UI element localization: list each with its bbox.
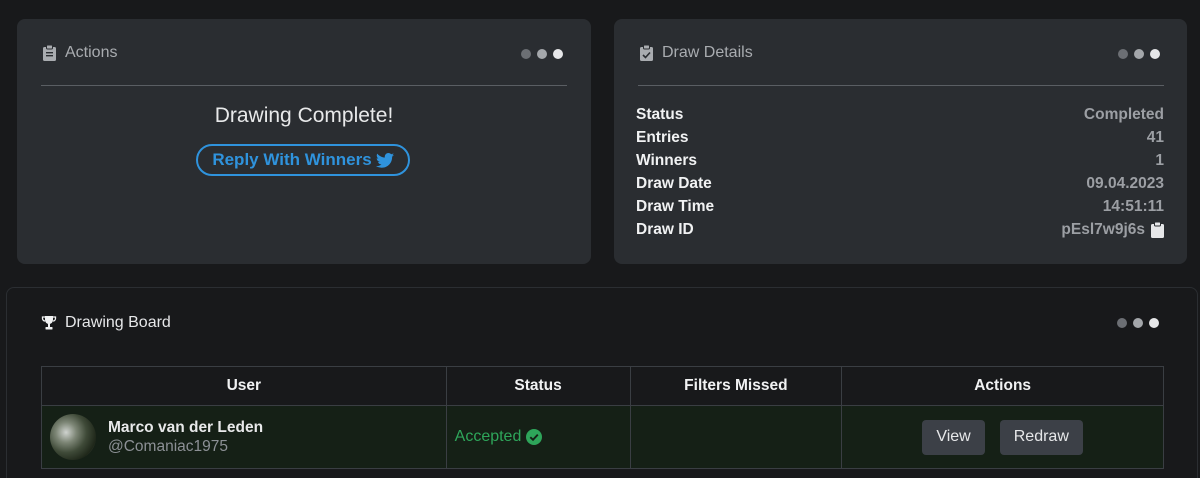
detail-row-winners: Winners 1 (636, 149, 1164, 172)
menu-dot-icon (1117, 318, 1127, 328)
twitter-icon (375, 152, 394, 168)
menu-dot-icon (553, 49, 563, 59)
avatar (50, 414, 96, 460)
detail-key: Status (636, 105, 684, 123)
detail-row-status: Status Completed (636, 103, 1164, 126)
clipboard-list-icon (638, 44, 654, 62)
reply-button-label: Reply With Winners (212, 150, 372, 169)
detail-value: 41 (1146, 128, 1164, 146)
menu-dot-icon (1118, 49, 1128, 59)
user-name: Marco van der Leden (108, 418, 264, 436)
column-header-actions: Actions (841, 366, 1164, 406)
drawing-board-menu[interactable] (1117, 318, 1159, 328)
detail-value: 09.04.2023 (1086, 174, 1164, 192)
user-cell: Marco van der Leden @Comaniac1975 (41, 405, 447, 469)
detail-value: 1 (1155, 151, 1164, 169)
draw-id-text: pEsl7w9j6s (1061, 220, 1145, 238)
table-header-row: User Status Filters Missed Actions (41, 366, 1164, 406)
trophy-icon (41, 314, 57, 332)
table-row: Marco van der Leden @Comaniac1975 Accept… (41, 405, 1164, 469)
drawing-board-title: Drawing Board (65, 314, 171, 331)
menu-dot-icon (1149, 318, 1159, 328)
drawing-complete-heading: Drawing Complete! (214, 104, 394, 127)
status-text: Accepted (454, 428, 522, 445)
drawing-board-header: Drawing Board (41, 314, 171, 332)
reply-with-winners-button[interactable]: Reply With Winners (196, 144, 410, 176)
draw-details-divider (638, 85, 1164, 86)
draw-details-menu[interactable] (1118, 49, 1160, 59)
detail-key: Draw ID (636, 220, 694, 238)
detail-key: Draw Date (636, 174, 712, 192)
column-header-user: User (41, 366, 447, 406)
detail-key: Entries (636, 128, 689, 146)
menu-dot-icon (1150, 49, 1160, 59)
detail-row-draw-id: Draw ID pEsl7w9j6s (636, 218, 1164, 241)
copy-clipboard-icon[interactable] (1151, 221, 1164, 238)
drawing-board-table: User Status Filters Missed Actions Marco… (41, 366, 1164, 469)
actions-card: Actions Drawing Complete! Reply With Win… (17, 19, 591, 264)
draw-details-header: Draw Details (638, 44, 753, 62)
actions-card-title: Actions (65, 44, 118, 61)
menu-dot-icon (1133, 318, 1143, 328)
column-header-filters-missed: Filters Missed (629, 366, 843, 406)
detail-key: Draw Time (636, 197, 715, 215)
draw-details-title: Draw Details (662, 44, 753, 61)
user-handle: @Comaniac1975 (108, 437, 228, 455)
detail-value: 14:51:11 (1102, 197, 1164, 215)
actions-card-menu[interactable] (521, 49, 563, 59)
redraw-button[interactable]: Redraw (999, 419, 1083, 455)
clipboard-icon (41, 44, 57, 62)
detail-value-draw-id: pEsl7w9j6s (1061, 221, 1164, 239)
actions-card-header: Actions (41, 44, 117, 62)
column-header-status: Status (445, 366, 631, 406)
drawing-board-card: Drawing Board User Status Filters Missed… (6, 287, 1198, 478)
actions-cell: View Redraw (841, 405, 1164, 469)
menu-dot-icon (1134, 49, 1144, 59)
actions-divider (41, 85, 567, 86)
draw-details-card: Draw Details Status Completed Entries 41… (614, 19, 1187, 264)
status-cell: Accepted (445, 405, 631, 469)
check-circle-icon (526, 429, 543, 445)
filters-missed-cell (629, 405, 843, 469)
view-button[interactable]: View (922, 419, 985, 455)
detail-row-entries: Entries 41 (636, 126, 1164, 149)
detail-key: Winners (636, 151, 698, 169)
detail-row-draw-time: Draw Time 14:51:11 (636, 195, 1164, 218)
detail-row-draw-date: Draw Date 09.04.2023 (636, 172, 1164, 195)
detail-value: Completed (1083, 105, 1164, 123)
menu-dot-icon (537, 49, 547, 59)
menu-dot-icon (521, 49, 531, 59)
